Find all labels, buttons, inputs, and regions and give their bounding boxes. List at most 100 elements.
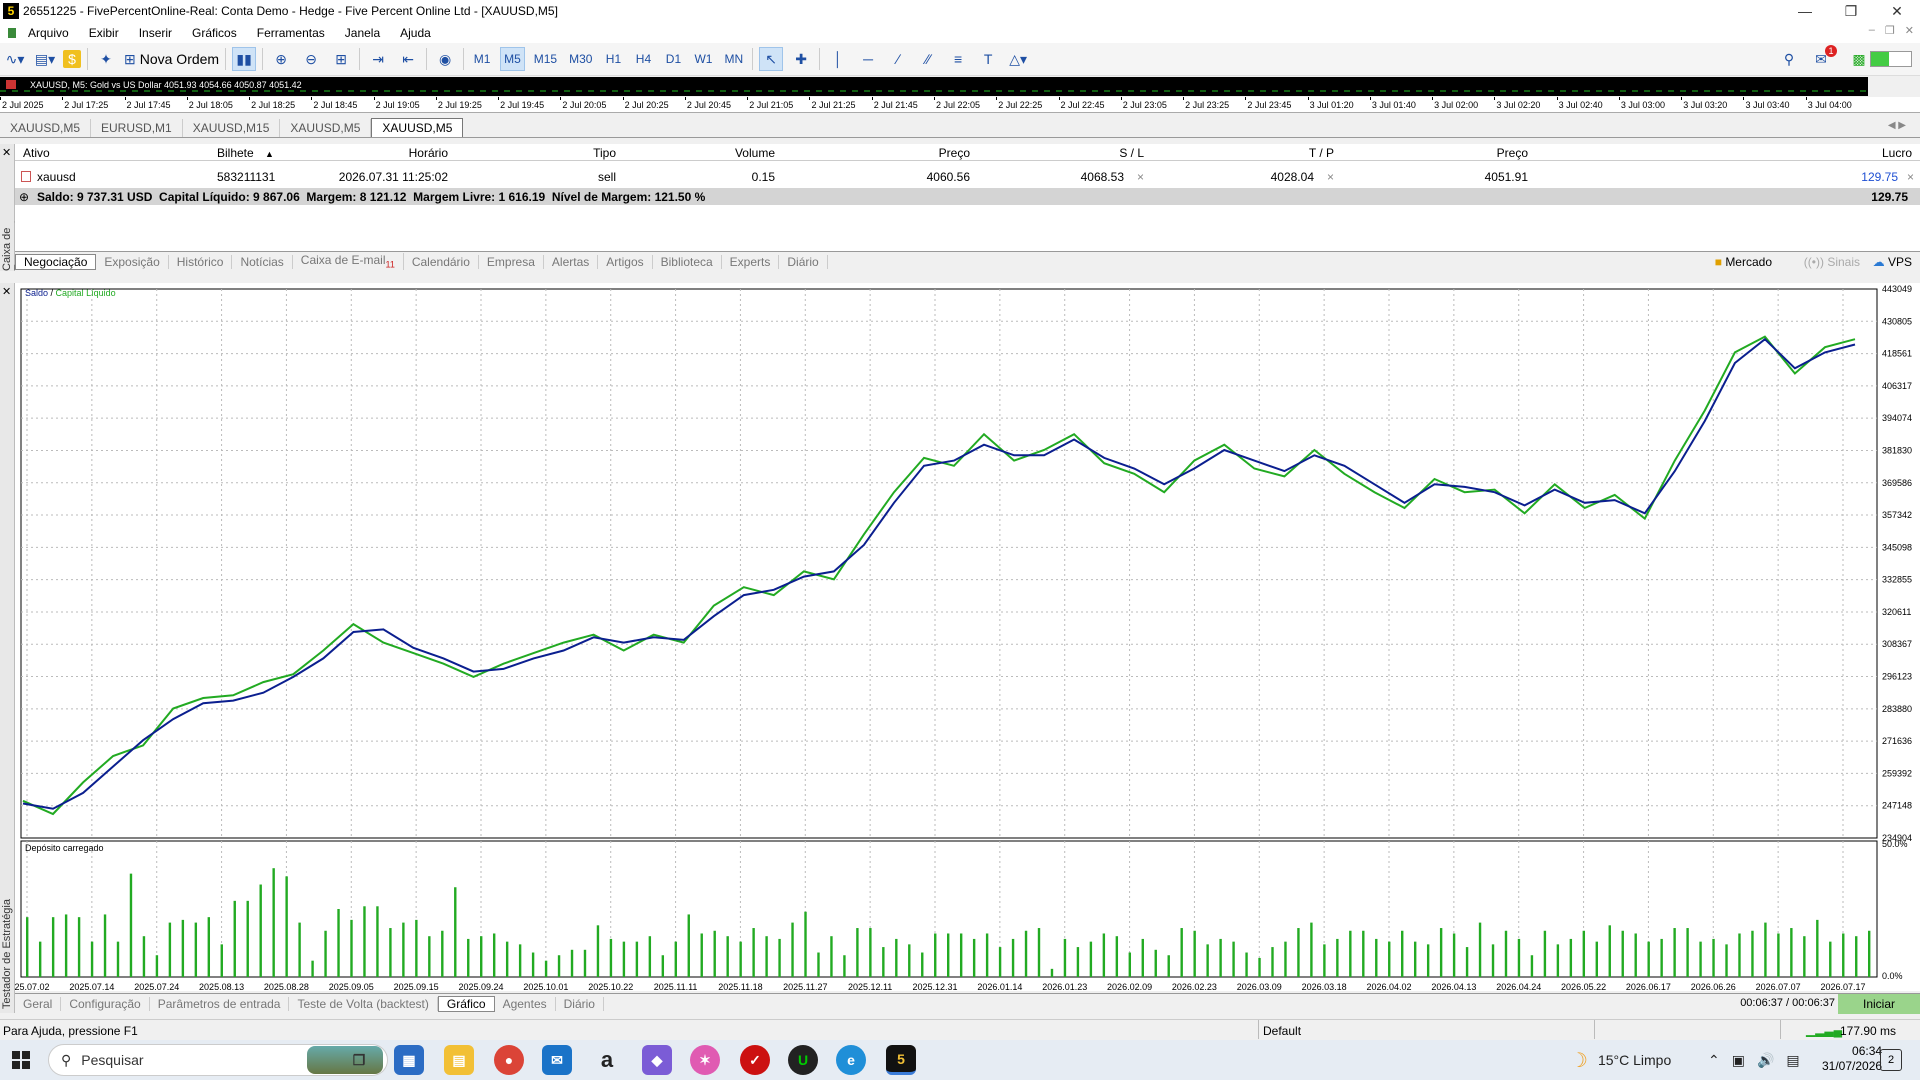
notification-center-icon[interactable]: 2 xyxy=(1880,1049,1902,1071)
col-ativo[interactable]: Ativo xyxy=(23,146,50,160)
tab-diario-tester[interactable]: Diário xyxy=(556,996,604,1011)
store-icon[interactable]: ▦ xyxy=(394,1045,424,1075)
tab-diario[interactable]: Diário xyxy=(779,254,828,269)
chart-tab[interactable]: XAUUSD,M5 xyxy=(280,119,372,137)
grid-icon[interactable]: ⊞ xyxy=(329,47,353,71)
copilot-icon[interactable]: ✶ xyxy=(690,1045,720,1075)
menu-graficos[interactable]: Gráficos xyxy=(182,26,247,40)
shapes-icon[interactable]: △▾ xyxy=(1006,47,1030,71)
red-app-icon[interactable]: ✓ xyxy=(740,1045,770,1075)
tab-alertas[interactable]: Alertas xyxy=(544,254,599,269)
volume-icon[interactable]: 🔊 xyxy=(1757,1052,1774,1069)
zoom-in-icon[interactable]: ⊕ xyxy=(269,47,293,71)
tab-biblioteca[interactable]: Biblioteca xyxy=(653,254,722,269)
close-position-icon[interactable]: × xyxy=(1907,170,1914,184)
vps-link[interactable]: ☁ VPS xyxy=(1873,255,1912,269)
zoom-out-icon[interactable]: ⊖ xyxy=(299,47,323,71)
tf-w1[interactable]: W1 xyxy=(691,47,715,71)
col-horario[interactable]: Horário xyxy=(409,146,448,160)
tf-m1[interactable]: M1 xyxy=(470,47,494,71)
crosshair-icon[interactable]: ✚ xyxy=(789,47,813,71)
file-explorer-icon[interactable]: ▤ xyxy=(444,1045,474,1075)
channel-icon[interactable]: ∕∕ xyxy=(916,47,940,71)
mt5-taskbar-icon[interactable]: 5 xyxy=(886,1045,916,1075)
cursor-icon[interactable]: ↖ xyxy=(759,47,784,71)
mini-chart[interactable]: XAUUSD, M5: Gold vs US Dollar 4051.93 40… xyxy=(0,77,1868,96)
col-tipo[interactable]: Tipo xyxy=(593,146,616,160)
windows-start-icon[interactable] xyxy=(12,1051,30,1069)
col-preco[interactable]: Preço xyxy=(939,146,970,160)
new-order-button[interactable]: ⊞ Nova Ordem xyxy=(124,47,219,71)
tf-mn[interactable]: MN xyxy=(721,47,746,71)
tf-m5[interactable]: M5 xyxy=(500,47,525,71)
sinais-link[interactable]: ((•)) Sinais xyxy=(1804,255,1860,269)
restore-button[interactable]: ❐ xyxy=(1828,0,1874,22)
tab-backtest[interactable]: Teste de Volta (backtest) xyxy=(289,996,438,1011)
fibonacci-icon[interactable]: ≡ xyxy=(946,47,970,71)
tray-chevron-icon[interactable]: ⌃ xyxy=(1708,1052,1720,1069)
col-bilhete[interactable]: Bilhete ▲ xyxy=(217,146,274,160)
col-preco-atual[interactable]: Preço xyxy=(1497,146,1528,160)
menu-exibir[interactable]: Exibir xyxy=(79,26,129,40)
tp-clear-icon[interactable]: × xyxy=(1327,170,1334,184)
tf-m30[interactable]: M30 xyxy=(566,47,595,71)
chart-tab[interactable]: EURUSD,M1 xyxy=(91,119,183,137)
tf-d1[interactable]: D1 xyxy=(661,47,685,71)
screenshot-icon[interactable]: ◉ xyxy=(433,47,457,71)
tester-close-icon[interactable]: ✕ xyxy=(2,285,11,298)
chrome-icon[interactable]: ● xyxy=(494,1045,524,1075)
tf-h1[interactable]: H1 xyxy=(601,47,625,71)
tab-geral[interactable]: Geral xyxy=(15,996,62,1011)
start-button[interactable]: Iniciar xyxy=(1838,994,1920,1014)
mdi-close-icon[interactable]: ✕ xyxy=(1905,24,1914,37)
tab-parametros[interactable]: Parâmetros de entrada xyxy=(150,996,290,1011)
m365-icon[interactable]: ◆ xyxy=(642,1045,672,1075)
tab-agentes[interactable]: Agentes xyxy=(495,996,556,1011)
tab-artigos[interactable]: Artigos xyxy=(598,254,653,269)
menu-ferramentas[interactable]: Ferramentas xyxy=(247,26,335,40)
tab-historico[interactable]: Histórico xyxy=(169,254,233,269)
tab-email[interactable]: Caixa de E-mail11 xyxy=(293,253,404,270)
tab-grafico[interactable]: Gráfico xyxy=(437,995,495,1012)
tray-device-icon[interactable]: ▣ xyxy=(1732,1052,1745,1069)
tf-m15[interactable]: M15 xyxy=(531,47,560,71)
notifications-icon[interactable]: ✉ 1 xyxy=(1809,45,1837,71)
weather-widget[interactable]: ☽ 15°C Limpo xyxy=(1570,1040,1671,1080)
toolbox-close-icon[interactable]: ✕ xyxy=(2,146,11,159)
taskbar-search[interactable]: ⚲ Pesquisar xyxy=(48,1044,388,1076)
chart-type-icon[interactable]: ∿▾ xyxy=(3,47,27,71)
autoscroll-icon[interactable]: ⇥ xyxy=(366,47,390,71)
amazon-icon[interactable]: a xyxy=(592,1045,622,1075)
task-view-icon[interactable]: ❐ xyxy=(344,1045,374,1075)
tester-side-panel[interactable]: ✕ Testador de Estratégia xyxy=(0,283,15,1013)
mdi-restore-icon[interactable]: ❐ xyxy=(1885,24,1895,37)
chart-shift-icon[interactable]: ⇤ xyxy=(396,47,420,71)
menu-ajuda[interactable]: Ajuda xyxy=(390,26,441,40)
col-lucro[interactable]: Lucro xyxy=(1882,146,1912,160)
outlook-icon[interactable]: ✉ xyxy=(542,1045,572,1075)
tab-empresa[interactable]: Empresa xyxy=(479,254,544,269)
clock[interactable]: 06:34 31/07/2026 xyxy=(1822,1044,1882,1074)
tf-h4[interactable]: H4 xyxy=(631,47,655,71)
tab-experts[interactable]: Experts xyxy=(722,254,780,269)
trendline-icon[interactable]: ∕ xyxy=(886,47,910,71)
toolbox-side-panel[interactable]: ✕ Caixa de Ferramenta xyxy=(0,144,25,271)
minimize-button[interactable]: — xyxy=(1782,0,1828,22)
auto-trading-icon[interactable]: ▮▮ xyxy=(232,47,257,71)
col-volume[interactable]: Volume xyxy=(735,146,775,160)
chart-tab[interactable]: XAUUSD,M15 xyxy=(183,119,281,137)
edge-icon[interactable]: e xyxy=(836,1045,866,1075)
chart-tab[interactable]: XAUUSD,M5 xyxy=(0,119,92,137)
network-icon[interactable]: ▤ xyxy=(1786,1052,1799,1069)
close-button[interactable]: ✕ xyxy=(1874,0,1920,22)
menu-arquivo[interactable]: Arquivo xyxy=(18,26,79,40)
template-icon[interactable]: ▤▾ xyxy=(33,47,57,71)
col-tp[interactable]: T / P xyxy=(1309,146,1334,160)
sl-clear-icon[interactable]: × xyxy=(1137,170,1144,184)
market-watch-icon[interactable]: $ xyxy=(63,50,81,68)
tab-negociacao[interactable]: Negociação xyxy=(15,253,97,270)
strategy-icon[interactable]: ✦ xyxy=(94,47,118,71)
menu-inserir[interactable]: Inserir xyxy=(129,26,182,40)
tab-scroll-icon[interactable]: ◀ ▶ xyxy=(1888,120,1906,131)
menu-janela[interactable]: Janela xyxy=(335,26,390,40)
